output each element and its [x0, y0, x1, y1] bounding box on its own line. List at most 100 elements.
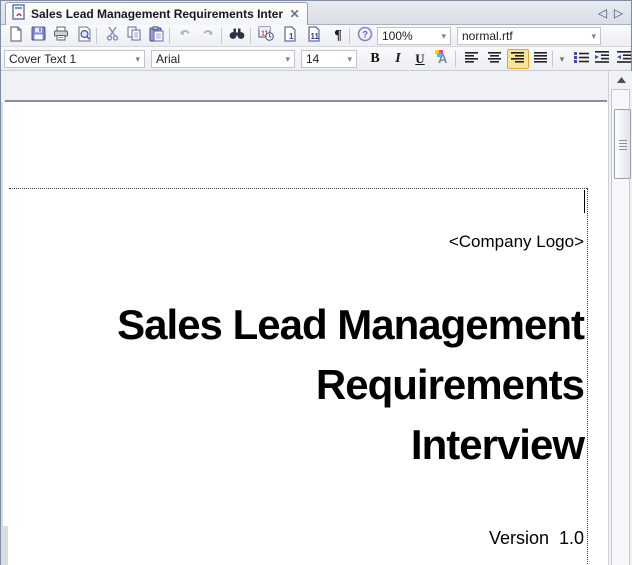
- editor-window: Sales Lead Management Requirements Inter…: [0, 0, 632, 565]
- tab-sales-lead-document[interactable]: Sales Lead Management Requirements Inter…: [5, 2, 308, 25]
- svg-text:1: 1: [289, 32, 294, 41]
- more-options-button[interactable]: ▾: [555, 49, 569, 69]
- undo-icon: [177, 27, 193, 45]
- document-title-line: Interview: [41, 415, 584, 475]
- text-caret: [584, 190, 585, 213]
- vertical-scrollbar: [608, 71, 632, 565]
- italic-icon: I: [395, 51, 400, 67]
- version-text[interactable]: Version 1.0: [61, 528, 584, 549]
- font-size-value: 14: [306, 52, 319, 66]
- increase-indent-button[interactable]: [591, 49, 613, 69]
- increase-indent-icon: [595, 50, 610, 68]
- insert-page-number-button[interactable]: 1: [279, 26, 301, 46]
- paste-icon: [149, 26, 164, 47]
- redo-icon: [200, 27, 216, 45]
- font-name-value: Arial: [156, 52, 180, 66]
- save-icon: [31, 26, 46, 46]
- chevron-down-icon: ▾: [285, 54, 290, 65]
- zoom-select[interactable]: 100% ▾: [377, 27, 451, 45]
- thumb-grip-line: [619, 146, 627, 147]
- stylesheet-select[interactable]: normal.rtf ▾: [457, 27, 601, 45]
- rtf-document-icon: [12, 4, 26, 25]
- insert-page-count-button[interactable]: 11: [303, 26, 325, 46]
- toolbar-separator: [349, 28, 350, 44]
- bold-icon: B: [370, 51, 379, 67]
- decrease-indent-button[interactable]: [613, 49, 632, 69]
- scroll-up-button[interactable]: [614, 75, 628, 85]
- print-icon: [53, 26, 69, 46]
- align-right-icon: [511, 50, 525, 68]
- redo-button[interactable]: [197, 26, 219, 46]
- toolbar-separator: [96, 28, 97, 44]
- paragraph-style-select[interactable]: Cover Text 1 ▾: [4, 50, 145, 68]
- page-left-edge-lower: [1, 526, 8, 565]
- italic-button[interactable]: I: [387, 49, 409, 69]
- print-button[interactable]: [50, 26, 72, 46]
- toolbar-separator: [221, 28, 222, 44]
- decrease-indent-icon: [617, 50, 632, 68]
- find-button[interactable]: [226, 26, 248, 46]
- align-right-button[interactable]: [507, 49, 529, 69]
- underline-icon: U: [415, 51, 424, 67]
- toolbar-separator: [455, 51, 456, 67]
- svg-text:11: 11: [311, 32, 320, 41]
- find-icon: [229, 27, 245, 45]
- cut-icon: [106, 26, 119, 46]
- page-margin-top-guide: [9, 188, 587, 189]
- bold-button[interactable]: B: [364, 49, 386, 69]
- help-icon: ?: [357, 26, 373, 47]
- scrollbar-thumb[interactable]: [614, 109, 631, 179]
- tab-close-icon[interactable]: ✕: [288, 7, 301, 21]
- paste-button[interactable]: [145, 26, 167, 46]
- align-center-button[interactable]: [484, 49, 506, 69]
- chevron-down-icon: ▾: [441, 31, 446, 42]
- font-name-select[interactable]: Arial ▾: [151, 50, 295, 68]
- bullet-list-icon: [574, 50, 589, 68]
- thumb-grip-line: [619, 149, 627, 150]
- new-document-button[interactable]: [5, 26, 27, 46]
- bullet-list-button[interactable]: [570, 49, 592, 69]
- document-header-strip: [1, 71, 608, 102]
- copy-icon: [127, 26, 142, 46]
- cut-button[interactable]: [101, 26, 123, 46]
- tab-scroll-left-icon[interactable]: ◁: [596, 5, 609, 21]
- document-title-line: Requirements: [41, 355, 584, 415]
- thumb-grip-line: [619, 143, 627, 144]
- document-canvas[interactable]: <Company Logo> Sales Lead Management Req…: [1, 102, 608, 565]
- main-toolbar: 11 1 11 ¶: [1, 25, 631, 47]
- scrollbar-track[interactable]: [611, 89, 630, 565]
- align-center-icon: [488, 50, 502, 68]
- print-preview-button[interactable]: [73, 26, 95, 46]
- insert-datetime-button[interactable]: 11: [255, 26, 277, 46]
- tab-bar: Sales Lead Management Requirements Inter…: [1, 1, 631, 25]
- toolbar-separator: [250, 28, 251, 44]
- font-size-select[interactable]: 14 ▾: [301, 50, 357, 68]
- tab-title: Sales Lead Management Requirements Inter…: [31, 7, 283, 21]
- help-button[interactable]: ?: [354, 26, 376, 46]
- insert-page-number-icon: 1: [283, 26, 297, 47]
- undo-button[interactable]: [174, 26, 196, 46]
- format-toolbar: Cover Text 1 ▾ Arial ▾ 14 ▾ B I U A: [1, 47, 631, 71]
- zoom-value: 100%: [382, 29, 413, 43]
- toolbar-separator: [169, 28, 170, 44]
- page-left-edge: [1, 102, 3, 565]
- align-justify-button[interactable]: [530, 49, 552, 69]
- chevron-down-icon: ▾: [135, 54, 140, 65]
- thumb-grip-line: [619, 140, 627, 141]
- align-left-button[interactable]: [461, 49, 483, 69]
- stylesheet-value: normal.rtf: [462, 29, 513, 43]
- toolbar-separator: [552, 51, 553, 67]
- document-title[interactable]: Sales Lead Management Requirements Inter…: [41, 295, 584, 475]
- formatting-marks-icon: ¶: [334, 28, 342, 44]
- font-color-button[interactable]: A: [431, 49, 453, 69]
- tab-scroll-right-icon[interactable]: ▷: [612, 5, 625, 21]
- company-logo-placeholder[interactable]: <Company Logo>: [61, 232, 584, 252]
- underline-button[interactable]: U: [409, 49, 431, 69]
- save-button[interactable]: [27, 26, 49, 46]
- document-title-line: Sales Lead Management: [41, 295, 584, 355]
- print-preview-icon: [77, 26, 92, 47]
- copy-button[interactable]: [123, 26, 145, 46]
- scroll-up-arrow-icon: [617, 77, 626, 83]
- align-left-icon: [465, 50, 479, 68]
- formatting-marks-button[interactable]: ¶: [327, 26, 349, 46]
